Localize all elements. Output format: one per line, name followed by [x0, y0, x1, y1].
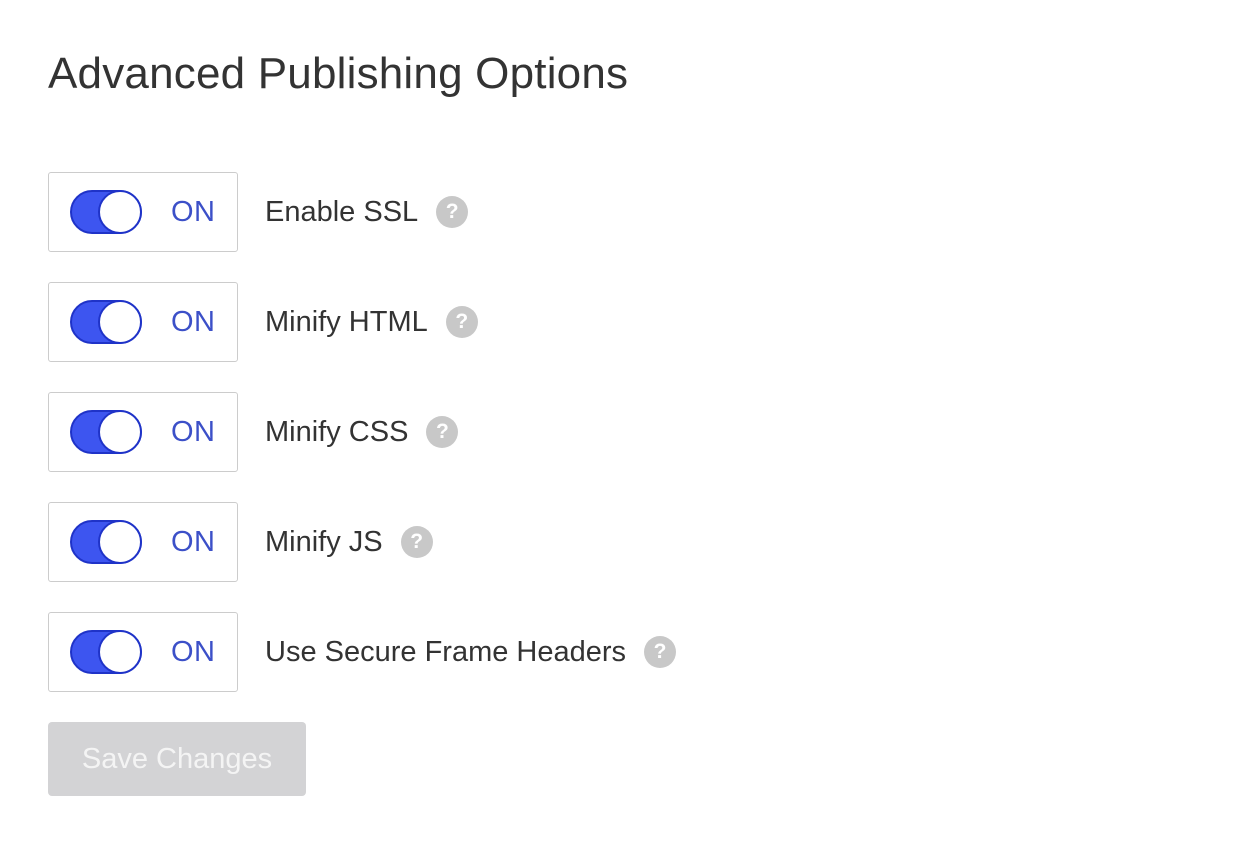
- toggle-knob[interactable]: [98, 630, 142, 674]
- page-title: Advanced Publishing Options: [48, 49, 629, 98]
- option-row-enable-ssl: ON Enable SSL ?: [48, 172, 469, 252]
- option-label: Minify CSS: [265, 415, 409, 448]
- option-label: Minify HTML: [265, 305, 428, 338]
- option-row-secure-frame-headers: ON Use Secure Frame Headers ?: [48, 612, 677, 692]
- option-row-minify-html: ON Minify HTML ?: [48, 282, 478, 362]
- question-circle-icon[interactable]: ?: [445, 306, 478, 338]
- enable-ssl-toggle[interactable]: ON: [48, 172, 238, 252]
- option-row-minify-css: ON Minify CSS ?: [48, 392, 459, 472]
- minify-css-toggle[interactable]: ON: [48, 392, 238, 472]
- option-label: Enable SSL: [265, 195, 419, 228]
- toggle-state-label: ON: [171, 635, 216, 668]
- toggle-track[interactable]: [70, 190, 142, 234]
- question-circle-icon[interactable]: ?: [426, 416, 459, 448]
- question-circle-icon[interactable]: ?: [436, 196, 469, 228]
- toggle-state-label: ON: [171, 305, 216, 338]
- question-circle-icon[interactable]: ?: [644, 636, 677, 668]
- question-circle-icon[interactable]: ?: [400, 526, 433, 558]
- toggle-knob[interactable]: [98, 300, 142, 344]
- option-label: Use Secure Frame Headers: [265, 635, 627, 668]
- toggle-state-label: ON: [171, 415, 216, 448]
- option-row-minify-js: ON Minify JS ?: [48, 502, 433, 582]
- option-label: Minify JS: [265, 525, 383, 558]
- toggle-knob[interactable]: [98, 520, 142, 564]
- toggle-state-label: ON: [171, 525, 216, 558]
- toggle-state-label: ON: [171, 195, 216, 228]
- toggle-track[interactable]: [70, 300, 142, 344]
- toggle-knob[interactable]: [98, 410, 142, 454]
- toggle-track[interactable]: [70, 630, 142, 674]
- minify-js-toggle[interactable]: ON: [48, 502, 238, 582]
- minify-html-toggle[interactable]: ON: [48, 282, 238, 362]
- toggle-knob[interactable]: [98, 190, 142, 234]
- toggle-track[interactable]: [70, 410, 142, 454]
- toggle-track[interactable]: [70, 520, 142, 564]
- secure-frame-headers-toggle[interactable]: ON: [48, 612, 238, 692]
- save-changes-button[interactable]: Save Changes: [48, 722, 306, 796]
